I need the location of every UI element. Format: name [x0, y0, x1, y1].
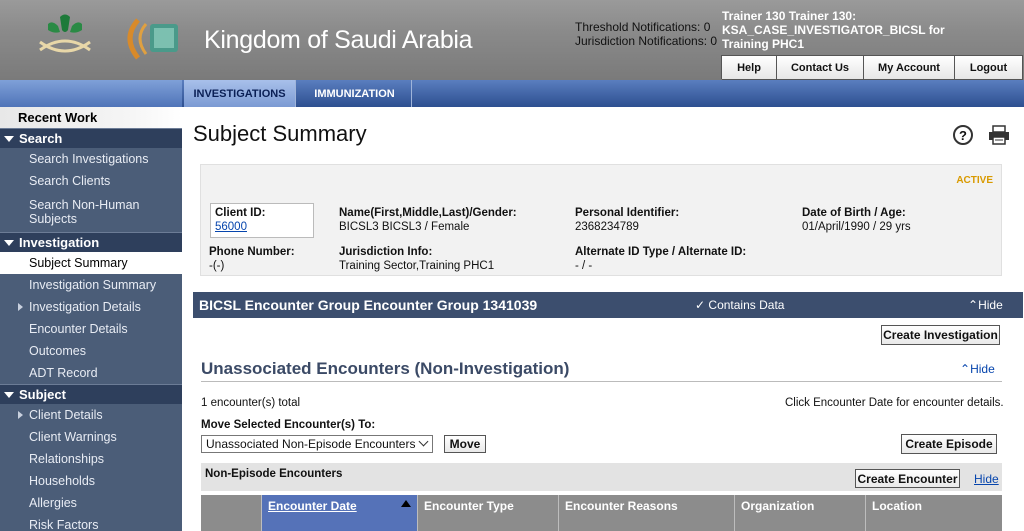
- jurisdiction-value: Training Sector,Training PHC1: [339, 260, 495, 272]
- section-divider: [201, 381, 1002, 382]
- expand-triangle-icon: [18, 411, 23, 419]
- sidebar-item-encounter-details[interactable]: Encounter Details: [0, 318, 182, 340]
- user-info: Trainer 130 Trainer 130: KSA_CASE_INVEST…: [722, 9, 1022, 51]
- double-chevron-up-icon: ⌃: [960, 362, 971, 376]
- encounter-group-header: BICSL Encounter Group Encounter Group 13…: [193, 292, 1023, 318]
- double-chevron-up-icon: ⌃: [968, 298, 979, 312]
- expand-triangle-icon: [18, 303, 23, 311]
- encounter-total: 1 encounter(s) total: [201, 397, 301, 409]
- user-line-2: KSA_CASE_INVESTIGATOR_BICSL for: [722, 23, 945, 37]
- help-link[interactable]: Help: [722, 56, 777, 80]
- non-episode-encounters-title: Non-Episode Encounters: [205, 468, 343, 480]
- create-encounter-button[interactable]: Create Encounter: [855, 469, 960, 488]
- threshold-notifications[interactable]: Threshold Notifications: 0: [575, 20, 710, 34]
- sidebar-item-subject-summary[interactable]: Subject Summary: [0, 252, 182, 274]
- sidebar-section-investigation[interactable]: Investigation: [0, 232, 182, 252]
- logout-link[interactable]: Logout: [955, 56, 1023, 80]
- column-encounter-reasons[interactable]: Encounter Reasons: [559, 495, 735, 531]
- non-episode-encounters-bar: Non-Episode Encounters Create Encounter …: [201, 463, 1002, 491]
- main-content: Subject Summary ? ACTIVE Client ID: 5600…: [182, 107, 1024, 531]
- sidebar-item-investigation-details[interactable]: Investigation Details: [0, 296, 182, 318]
- ministry-logo: [127, 18, 178, 60]
- status-badge: ACTIVE: [956, 175, 993, 186]
- top-links: Help Contact Us My Account Logout: [721, 55, 1023, 80]
- jurisdiction-notifications[interactable]: Jurisdiction Notifications: 0: [575, 34, 717, 48]
- tab-immunization[interactable]: IMMUNIZATION: [298, 80, 412, 107]
- contact-us-link[interactable]: Contact Us: [777, 56, 864, 80]
- client-id-label: Client ID:: [215, 207, 266, 219]
- ksa-emblem-logo: [39, 14, 91, 53]
- dob-label: Date of Birth / Age:: [802, 207, 906, 219]
- user-line-1: Trainer 130 Trainer 130:: [722, 9, 857, 23]
- unassociated-encounters-title: Unassociated Encounters (Non-Investigati…: [201, 359, 570, 378]
- alternate-id-label: Alternate ID Type / Alternate ID:: [575, 246, 747, 258]
- move-destination-select[interactable]: Unassociated Non-Episode Encounters: [201, 435, 433, 453]
- sort-ascending-icon: [401, 500, 411, 507]
- print-icon[interactable]: [988, 125, 1010, 145]
- phone-value: -(-): [209, 260, 225, 272]
- user-line-3: Training PHC1: [722, 37, 805, 51]
- org-name: Kingdom of Saudi Arabia: [204, 26, 473, 54]
- sidebar-item-adt-record[interactable]: ADT Record: [0, 362, 182, 384]
- alternate-id-value: - / -: [575, 260, 593, 272]
- column-location[interactable]: Location: [866, 495, 1002, 531]
- select-column-header: [201, 495, 262, 531]
- sidebar-item-outcomes[interactable]: Outcomes: [0, 340, 182, 362]
- sidebar-section-search[interactable]: Search: [0, 128, 182, 148]
- name-value: BICSL3 BICSL3 / Female: [339, 221, 470, 233]
- create-episode-button[interactable]: Create Episode: [901, 434, 997, 454]
- collapse-triangle-icon: [4, 135, 14, 142]
- sidebar-item-search-non-human[interactable]: Search Non-Human Subjects: [0, 192, 182, 232]
- phone-label: Phone Number:: [209, 246, 295, 258]
- subject-summary-panel: ACTIVE Client ID: 56000 Name(First,Middl…: [200, 164, 1002, 276]
- personal-identifier-value: 2368234789: [575, 221, 639, 233]
- create-investigation-button[interactable]: Create Investigation: [881, 325, 1000, 345]
- chevron-down-icon: [418, 436, 429, 447]
- move-encounters-label: Move Selected Encounter(s) To:: [201, 419, 376, 431]
- non-episode-hide-link[interactable]: Hide: [974, 472, 999, 486]
- sidebar-item-client-details[interactable]: Client Details: [0, 404, 182, 426]
- sidebar: Recent Work Search Search Investigations…: [0, 107, 182, 531]
- help-question-icon[interactable]: ?: [953, 125, 973, 145]
- collapse-triangle-icon: [4, 239, 14, 246]
- jurisdiction-label: Jurisdiction Info:: [339, 246, 433, 258]
- unassociated-hide-toggle[interactable]: ⌃Hide: [960, 362, 995, 376]
- sidebar-item-risk-factors[interactable]: Risk Factors: [0, 514, 182, 531]
- page-title: Subject Summary: [193, 121, 367, 146]
- sidebar-item-allergies[interactable]: Allergies: [0, 492, 182, 514]
- contains-data-indicator: ✓ Contains Data: [695, 298, 785, 312]
- encounters-table-header: Encounter Date Encounter Type Encounter …: [201, 495, 1002, 531]
- encounter-group-hide-toggle[interactable]: ⌃Hide: [968, 298, 1003, 312]
- my-account-link[interactable]: My Account: [864, 56, 955, 80]
- column-encounter-type[interactable]: Encounter Type: [418, 495, 559, 531]
- name-label: Name(First,Middle,Last)/Gender:: [339, 207, 517, 219]
- encounter-date-hint: Click Encounter Date for encounter detai…: [785, 397, 1004, 409]
- dob-value: 01/April/1990 / 29 yrs: [802, 221, 911, 233]
- collapse-triangle-icon: [4, 391, 14, 398]
- sidebar-item-client-warnings[interactable]: Client Warnings: [0, 426, 182, 448]
- checkmark-icon: ✓: [695, 298, 706, 312]
- move-button[interactable]: Move: [444, 435, 486, 453]
- main-nav: INVESTIGATIONS IMMUNIZATION: [0, 80, 1024, 107]
- sidebar-item-search-investigations[interactable]: Search Investigations: [0, 148, 182, 170]
- column-encounter-date[interactable]: Encounter Date: [262, 495, 418, 531]
- app-header: Kingdom of Saudi Arabia Threshold Notifi…: [0, 0, 1024, 80]
- client-id-link[interactable]: 56000: [215, 221, 247, 233]
- personal-identifier-label: Personal Identifier:: [575, 207, 680, 219]
- encounter-group-title: BICSL Encounter Group Encounter Group 13…: [199, 297, 538, 313]
- column-organization[interactable]: Organization: [735, 495, 866, 531]
- sidebar-item-relationships[interactable]: Relationships: [0, 448, 182, 470]
- sidebar-item-households[interactable]: Households: [0, 470, 182, 492]
- sidebar-item-investigation-summary[interactable]: Investigation Summary: [0, 274, 182, 296]
- sidebar-item-search-clients[interactable]: Search Clients: [0, 170, 182, 192]
- tab-investigations[interactable]: INVESTIGATIONS: [184, 80, 296, 107]
- sidebar-section-subject[interactable]: Subject: [0, 384, 182, 404]
- sidebar-recent-work[interactable]: Recent Work: [0, 107, 182, 128]
